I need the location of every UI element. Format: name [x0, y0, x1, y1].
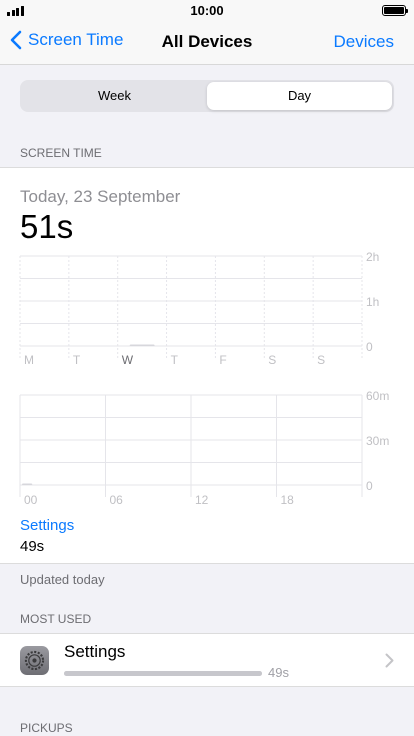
pickups-section-header: PICKUPS [20, 721, 73, 735]
chevron-right-icon [385, 653, 394, 668]
bar [129, 344, 155, 346]
status-time: 10:00 [190, 3, 224, 18]
x-tick-label: 18 [281, 493, 295, 507]
devices-button[interactable]: Devices [334, 32, 394, 52]
status-bar: 10:00 [0, 0, 414, 20]
most-used-app-time: 49s [268, 665, 289, 680]
top-app-time: 49s [20, 538, 45, 555]
y-tick-label: 30m [366, 434, 389, 448]
x-tick-label: T [73, 353, 81, 367]
segment-day[interactable]: Day [207, 82, 392, 110]
most-used-section-header: MOST USED [20, 612, 92, 626]
usage-bar [64, 671, 262, 676]
most-used-app-name: Settings [64, 642, 126, 661]
weekly-usage-chart: 2h 1h 0 M T W T F S S [19, 250, 379, 367]
y-tick-label: 2h [366, 250, 379, 264]
x-tick-label: M [24, 353, 34, 367]
screen-time-charts: 2h1h0M T W T F S S 60m30m000 06 12 18 [19, 250, 389, 507]
screen-time-section-header: SCREEN TIME [20, 146, 102, 160]
bar [22, 483, 33, 485]
x-tick-label: F [219, 353, 226, 367]
x-tick-label: W [122, 353, 134, 367]
y-tick-label: 60m [366, 389, 389, 403]
top-app-link[interactable]: Settings [20, 517, 74, 534]
most-used-row-settings[interactable]: Settings 49s [0, 633, 414, 687]
y-tick-label: 0 [366, 479, 373, 493]
usage-bar-fill [64, 671, 262, 676]
y-tick-label: 0 [366, 340, 373, 354]
settings-gear-icon [20, 646, 49, 675]
y-tick-label: 1h [366, 295, 379, 309]
x-tick-label: 06 [110, 493, 124, 507]
navigation-bar: Screen Time All Devices Devices [0, 20, 414, 65]
segment-week[interactable]: Week [22, 82, 207, 110]
battery-icon [382, 5, 408, 16]
x-tick-label: 00 [24, 493, 38, 507]
screen-time-card: Today, 23 September 51s 2h 1h 0 M T W T F S S 60m… [0, 167, 414, 564]
x-tick-label: S [268, 353, 276, 367]
x-tick-label: S [317, 353, 325, 367]
updated-label: Updated today [20, 572, 105, 587]
week-day-segmented-control: Week Day [20, 80, 394, 112]
x-tick-label: T [171, 353, 179, 367]
hourly-usage-chart: 60m30m000 06 12 18 [19, 389, 389, 507]
x-tick-label: 12 [195, 493, 209, 507]
